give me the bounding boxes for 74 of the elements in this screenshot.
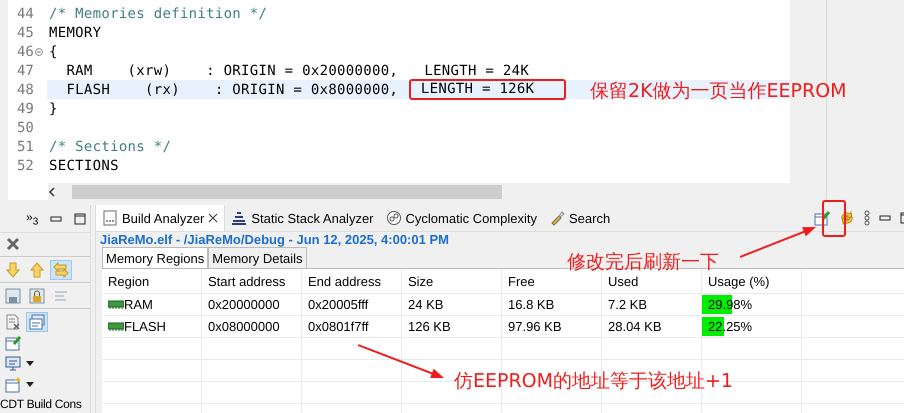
sub-tab[interactable]: Memory Regions <box>102 247 208 268</box>
table-cell: 24 KB <box>402 294 502 315</box>
line-number: 47 <box>17 62 34 78</box>
column-header: Region <box>102 269 202 293</box>
lock-icon <box>28 286 46 304</box>
table-cell: 16.8 KB <box>502 294 602 315</box>
memory-chip-icon <box>108 322 124 332</box>
close-icon[interactable] <box>208 213 218 223</box>
new-window-icon[interactable] <box>814 210 830 226</box>
flashlight-icon <box>549 210 565 226</box>
up-arrow-icon <box>28 260 46 278</box>
analysis-title: JiaReMo.elf - /JiaReMo/Debug - Jun 12, 2025, 4:00:01 PM <box>99 232 450 247</box>
column-header: Usage (%) <box>702 269 802 293</box>
console-display-button[interactable] <box>26 312 48 332</box>
minimize-icon[interactable] <box>879 214 891 222</box>
code-line: { <box>49 44 58 60</box>
collapse-icon[interactable] <box>34 48 43 56</box>
sub-tab[interactable]: Memory Details <box>208 247 307 268</box>
table-cell: 97.96 KB <box>502 316 602 337</box>
line-number: 50 <box>17 120 34 136</box>
refresh-icon[interactable] <box>839 210 855 226</box>
view-tab[interactable]: Search <box>543 205 616 231</box>
table-cell: RAM <box>124 297 153 312</box>
pin-window-icon <box>4 334 22 352</box>
code-line: RAM (xrw) : ORIGIN = 0x20000000, LENGTH = 24K <box>65 62 530 78</box>
view-tab[interactable]: Build Analyzer <box>96 205 226 231</box>
view-tab[interactable]: Cyclomatic Complexity <box>380 205 543 231</box>
monitor-icon <box>4 354 22 372</box>
line-number: 46 <box>17 44 34 60</box>
save-icon <box>4 286 22 304</box>
code-line: MEMORY <box>49 24 102 40</box>
console-display-icon <box>28 312 46 330</box>
column-header: Size <box>402 269 502 293</box>
scroll-left-icon[interactable] <box>48 186 56 196</box>
code-line: SECTIONS <box>49 158 119 174</box>
table-cell: 0x20000000 <box>202 294 302 315</box>
view-menu-icon[interactable] <box>864 210 870 226</box>
table-cell: 0x0801f7ff <box>302 316 402 337</box>
line-number: 48 <box>17 82 34 98</box>
minimize-icon[interactable] <box>50 214 62 222</box>
clear-document-icon <box>4 312 22 330</box>
cycle-gear-icon <box>386 210 402 226</box>
down-arrow-icon <box>4 260 22 278</box>
scrollbar-thumb[interactable] <box>72 184 502 198</box>
code-comment: /* Sections */ <box>49 138 172 154</box>
maximize-icon[interactable] <box>74 212 86 224</box>
dropdown-caret-icon[interactable] <box>26 382 34 387</box>
column-header: Start address <box>202 269 302 293</box>
line-number: 52 <box>17 158 34 174</box>
binary-file-icon <box>102 210 118 226</box>
annotation-note: 保留2K做为一页当作EEPROM <box>590 79 847 104</box>
table-cell: FLASH <box>124 319 166 334</box>
overflow-views-button[interactable]: »$_{3}$ <box>26 210 38 228</box>
view-label: CDT Build Cons <box>0 396 82 411</box>
memory-chip-icon <box>108 300 124 310</box>
boxed-code-text: LENGTH = 126K <box>408 79 566 100</box>
annotation-note: 仿EEPROM的地址等于该地址+1 <box>454 369 734 394</box>
stack-bars-icon <box>231 210 248 226</box>
line-number: 45 <box>17 24 34 40</box>
column-header: End address <box>302 269 402 293</box>
view-tab[interactable]: Static Stack Analyzer <box>225 205 380 231</box>
line-number: 44 <box>17 6 34 22</box>
code-line: FLASH (rx) : ORIGIN = 0x8000000, <box>65 82 400 98</box>
table-cell: 0x20005fff <box>302 294 402 315</box>
code-comment: /* Memories definition */ <box>49 6 268 22</box>
highlight-box <box>822 200 846 237</box>
link-arrows-icon <box>52 260 70 278</box>
dropdown-caret-icon[interactable] <box>26 361 34 366</box>
new-window-icon <box>4 376 22 394</box>
table-cell: 126 KB <box>402 316 502 337</box>
line-number: 49 <box>17 100 34 116</box>
line-number: 51 <box>17 138 34 154</box>
code-line: } <box>49 100 58 116</box>
table-cell: 0x08000000 <box>202 316 302 337</box>
